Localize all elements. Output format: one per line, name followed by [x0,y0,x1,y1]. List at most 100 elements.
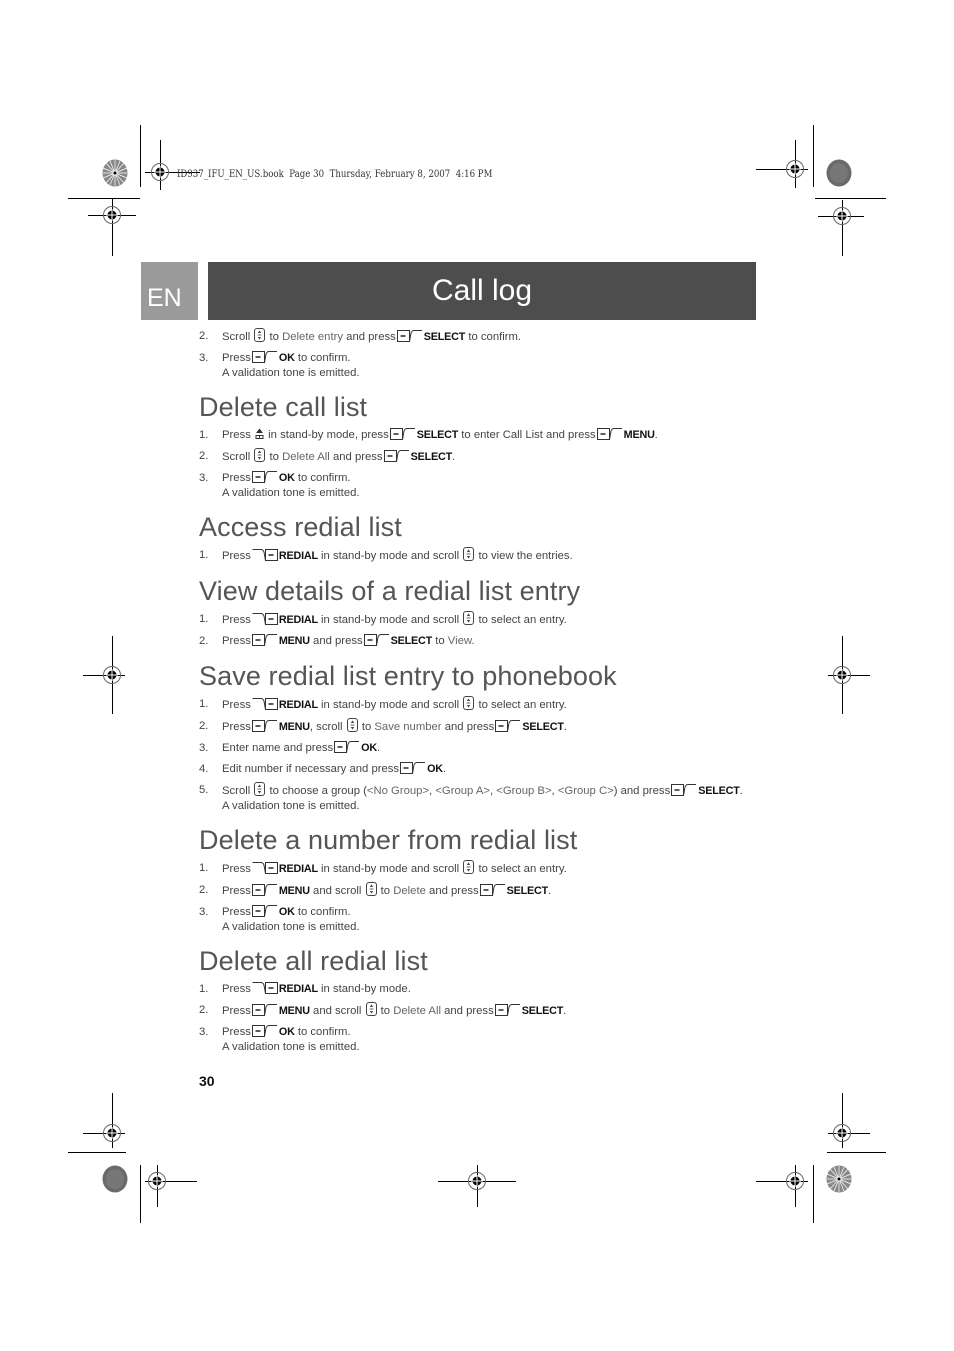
softkey-label: MENU [278,635,310,647]
instruction-step: 1. Press REDIAL in stand-by mode and scrol… [199,611,769,629]
scroll-key-icon [346,718,358,732]
registration-target-icon [102,665,122,685]
step-text: Press MENU and scroll to Delete and press… [222,882,552,897]
chapter-title: Call log [431,274,533,307]
step-fragment: . [739,785,743,797]
section-heading: Delete all redial list [199,946,428,976]
crop-line [140,125,141,187]
section-heading: Delete call list [199,392,368,422]
scroll-key-icon [463,547,475,561]
menu-option: Delete [393,885,426,897]
step-fragment: to enter Call List and press [461,429,596,441]
step-fragment: and press [346,331,396,343]
menu-option: <Group A> [435,785,490,797]
step-fragment: and press [444,721,495,733]
section-heading: Delete a number from redial list [199,825,578,855]
step-fragment: Press [222,472,251,484]
call-log-key-icon [255,428,264,440]
step-text: Scroll to choose a group (<No Group>, <G… [222,782,743,797]
step-text: Press OK to confirm. [222,471,351,484]
calibration-dot-icon [826,159,852,187]
softkey-label: SELECT [698,785,740,797]
menu-option: <Group B> [496,785,552,797]
menu-option: Delete All [393,1005,441,1017]
step-text: Scroll to Delete entry and press SELECT t… [222,328,521,343]
registration-target-icon [102,1123,122,1143]
step-fragment: to [380,885,391,897]
step-fragment: . [548,885,552,897]
step-fragment: to [269,451,279,463]
step-number: 1. [199,862,209,874]
left-softkey-icon [389,428,416,440]
step-number: 4. [199,763,209,775]
left-softkey-icon [400,762,426,774]
step-fragment: . [376,742,381,754]
step-text: Press MENU and press SELECT to View. [222,634,475,647]
left-softkey-icon [251,634,278,646]
menu-option: <Group C> [557,785,614,797]
softkey-label: OK [427,763,443,775]
step-fragment: to confirm. [297,906,351,918]
manual-content: 2. Scroll to Delete entry and press SELECT… [199,328,769,1055]
scroll-key-icon [254,328,266,342]
right-softkey-icon [252,549,278,561]
left-softkey-icon [251,905,278,917]
manual-section: View details of a redial list entry 1. Pre… [199,575,769,650]
step-number: 2. [199,450,209,462]
step-fragment: Press [222,906,251,918]
manual-section: Save redial list entry to phonebook 1. Pre… [199,660,769,814]
menu-option: Save number [374,721,442,733]
scroll-key-icon [254,448,266,462]
step-fragment: Enter name and press [222,742,334,754]
softkey-label: SELECT [410,451,453,463]
softkey-label: REDIAL [278,699,318,711]
registration-target-icon [785,159,805,179]
softkey-label: REDIAL [278,614,318,626]
step-text: Press in stand-by mode, press SELECT to e… [222,428,658,441]
softkey-label: OK [278,352,295,364]
instruction-step: 2. Press MENU and scroll to Delete All and… [199,1002,769,1020]
step-fragment: Scroll [222,785,251,797]
scroll-key-icon [254,782,266,796]
step-fragment: in stand-by mode and scroll [321,699,460,711]
step-fragment: in stand-by mode and scroll [321,550,460,562]
step-number: 1. [199,698,209,710]
step-fragment: to [361,721,372,733]
step-fragment: Press [222,885,251,897]
step-fragment: Press [222,429,251,441]
registration-target-icon [102,205,122,225]
step-fragment: to select an entry. [478,699,567,711]
menu-option: Delete entry [282,331,344,343]
language-label: EN [147,284,182,312]
softkey-label: SELECT [506,885,549,897]
step-fragment: . [442,763,447,775]
step-fragment: . [563,721,567,733]
step-fragment: to [269,331,279,343]
instruction-step: 1. Press REDIAL in stand-by mode and scrol… [199,696,769,714]
step-note: A validation tone is emitted. [222,1041,360,1053]
step-fragment: in stand-by mode, press [268,429,389,441]
menu-option: View [447,635,472,647]
page-number: 30 [199,1073,215,1089]
softkey-label: REDIAL [278,550,318,562]
step-note: A validation tone is emitted. [222,800,360,812]
step-text: Press MENU and scroll to Delete All and p… [222,1002,566,1017]
instruction-step: 2. Scroll to Delete entry and press SELECT… [199,328,769,346]
left-softkey-icon [494,1004,521,1016]
instruction-step: 3. Press OK to confirm. A validation tone i… [199,1024,769,1055]
scroll-key-icon [365,1002,377,1016]
left-softkey-icon [251,884,278,896]
registration-target-icon [785,1171,805,1191]
step-text: Enter name and press OK. [222,741,381,754]
instruction-step: 5. Scroll to choose a group (<No Group>, … [199,782,769,814]
step-fragment: , scroll [309,721,343,733]
book-file-header: ID937_IFU_EN_US.book Page 30 Thursday, F… [177,168,493,180]
instruction-step: 2. Press MENU and press SELECT to View. [199,633,769,650]
step-text: Press OK to confirm. [222,905,351,918]
softkey-label: SELECT [522,721,564,733]
step-fragment: . [471,635,475,647]
left-softkey-icon [671,784,697,796]
step-fragment: in stand-by mode and scroll [321,614,460,626]
menu-option: Delete All [282,451,330,463]
step-note: A validation tone is emitted. [222,921,360,933]
